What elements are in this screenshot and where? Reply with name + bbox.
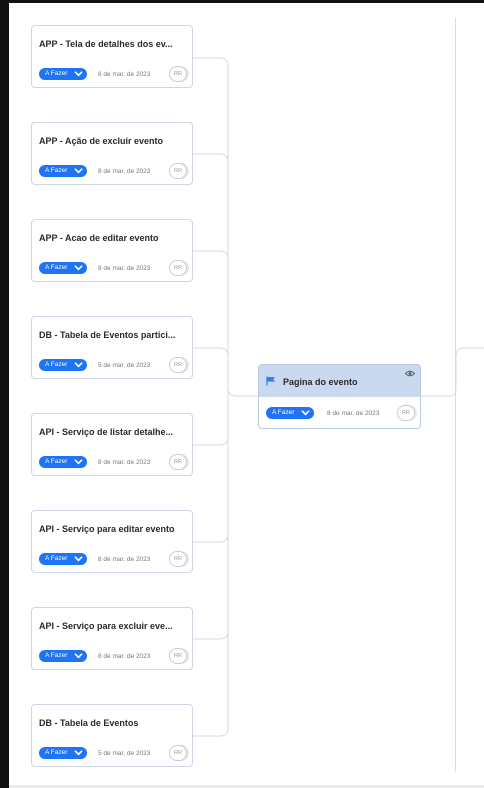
status-dropdown[interactable]: A Fazer [39, 165, 87, 177]
connector-5 [193, 396, 229, 446]
status-label: A Fazer [45, 264, 68, 271]
status-dropdown[interactable]: A Fazer [39, 747, 87, 759]
connector-3 [193, 250, 229, 396]
due-date[interactable]: 8 de mar. de 2023 [98, 653, 150, 660]
assignee-avatar[interactable]: RR [169, 66, 187, 82]
assignee-avatar[interactable]: RR [169, 551, 187, 567]
due-date[interactable]: 8 de mar. de 2023 [98, 71, 150, 78]
status-dropdown[interactable]: A Fazer [266, 407, 314, 419]
due-date[interactable]: 8 de mar. de 2023 [327, 410, 379, 417]
status-label: A Fazer [45, 749, 68, 756]
parent-task-card[interactable]: Pagina do evento A Fazer 8 de mar. de 20… [258, 364, 421, 429]
assignee-avatar[interactable]: RR [169, 745, 187, 761]
assignee-avatar[interactable]: RR [169, 454, 187, 470]
status-label: A Fazer [45, 652, 68, 659]
status-dropdown[interactable]: A Fazer [39, 553, 87, 565]
task-card[interactable]: API - Serviço para editar evento A Fazer… [31, 510, 193, 573]
task-title[interactable]: API - Serviço para excluir eve... [39, 621, 189, 631]
task-title[interactable]: API - Serviço para editar evento [39, 524, 189, 534]
task-title[interactable]: APP - Acao de editar evento [39, 233, 189, 243]
status-label: A Fazer [45, 458, 68, 465]
chevron-down-icon [74, 362, 83, 368]
chevron-down-icon [74, 653, 83, 659]
task-card[interactable]: API - Serviço de listar detalhe... A Faz… [31, 413, 193, 476]
chevron-down-icon [74, 750, 83, 756]
task-card[interactable]: DB - Tabela de Eventos partici... A Faze… [31, 316, 193, 379]
task-card[interactable]: APP - Ação de excluir evento A Fazer 8 d… [31, 122, 193, 185]
due-date[interactable]: 8 de mar. de 2023 [98, 168, 150, 175]
chevron-down-icon [74, 265, 83, 271]
task-title[interactable]: APP - Ação de excluir evento [39, 136, 189, 146]
task-title[interactable]: APP - Tela de detalhes dos ev... [39, 39, 189, 49]
assignee-avatar[interactable]: RR [169, 357, 187, 373]
assignee-avatar[interactable]: RR [397, 405, 415, 421]
chevron-down-icon [301, 410, 310, 416]
connector-8 [193, 396, 229, 737]
chevron-down-icon [74, 459, 83, 465]
task-title[interactable]: API - Serviço de listar detalhe... [39, 427, 189, 437]
task-title[interactable]: DB - Tabela de Eventos partici... [39, 330, 189, 340]
connector-2 [193, 153, 229, 396]
chevron-down-icon [74, 168, 83, 174]
task-card[interactable]: APP - Acao de editar evento A Fazer 8 de… [31, 219, 193, 282]
chevron-down-icon [74, 556, 83, 562]
eye-icon[interactable] [405, 370, 415, 377]
status-label: A Fazer [45, 70, 68, 77]
status-label: A Fazer [45, 361, 68, 368]
due-date[interactable]: 8 de mar. de 2023 [98, 556, 150, 563]
connector-1 [193, 57, 258, 397]
status-dropdown[interactable]: A Fazer [39, 68, 87, 80]
connector-6 [193, 396, 229, 543]
chevron-down-icon [74, 71, 83, 77]
due-date[interactable]: 5 de mar. de 2023 [98, 750, 150, 757]
parent-task-title[interactable]: Pagina do evento [283, 377, 358, 387]
flag-icon [266, 376, 275, 386]
due-date[interactable]: 8 de mar. de 2023 [98, 459, 150, 466]
status-dropdown[interactable]: A Fazer [39, 262, 87, 274]
task-title[interactable]: DB - Tabela de Eventos [39, 718, 189, 728]
assignee-avatar[interactable]: RR [169, 648, 187, 664]
task-card[interactable]: API - Serviço para excluir eve... A Faze… [31, 607, 193, 670]
assignee-avatar[interactable]: RR [169, 260, 187, 276]
parent-card-header: Pagina do evento [259, 365, 420, 397]
status-dropdown[interactable]: A Fazer [39, 650, 87, 662]
due-date[interactable]: 8 de mar. de 2023 [98, 265, 150, 272]
status-label: A Fazer [272, 409, 295, 416]
task-card[interactable]: APP - Tela de detalhes dos ev... A Fazer… [31, 25, 193, 88]
status-label: A Fazer [45, 555, 68, 562]
assignee-avatar[interactable]: RR [169, 163, 187, 179]
task-card[interactable]: DB - Tabela de Eventos A Fazer 5 de mar.… [31, 704, 193, 767]
status-dropdown[interactable]: A Fazer [39, 456, 87, 468]
status-label: A Fazer [45, 167, 68, 174]
connector-7 [193, 396, 229, 640]
connector-parent-right [421, 347, 484, 397]
status-dropdown[interactable]: A Fazer [39, 359, 87, 371]
due-date[interactable]: 5 de mar. de 2023 [98, 362, 150, 369]
connector-4 [193, 347, 229, 396]
